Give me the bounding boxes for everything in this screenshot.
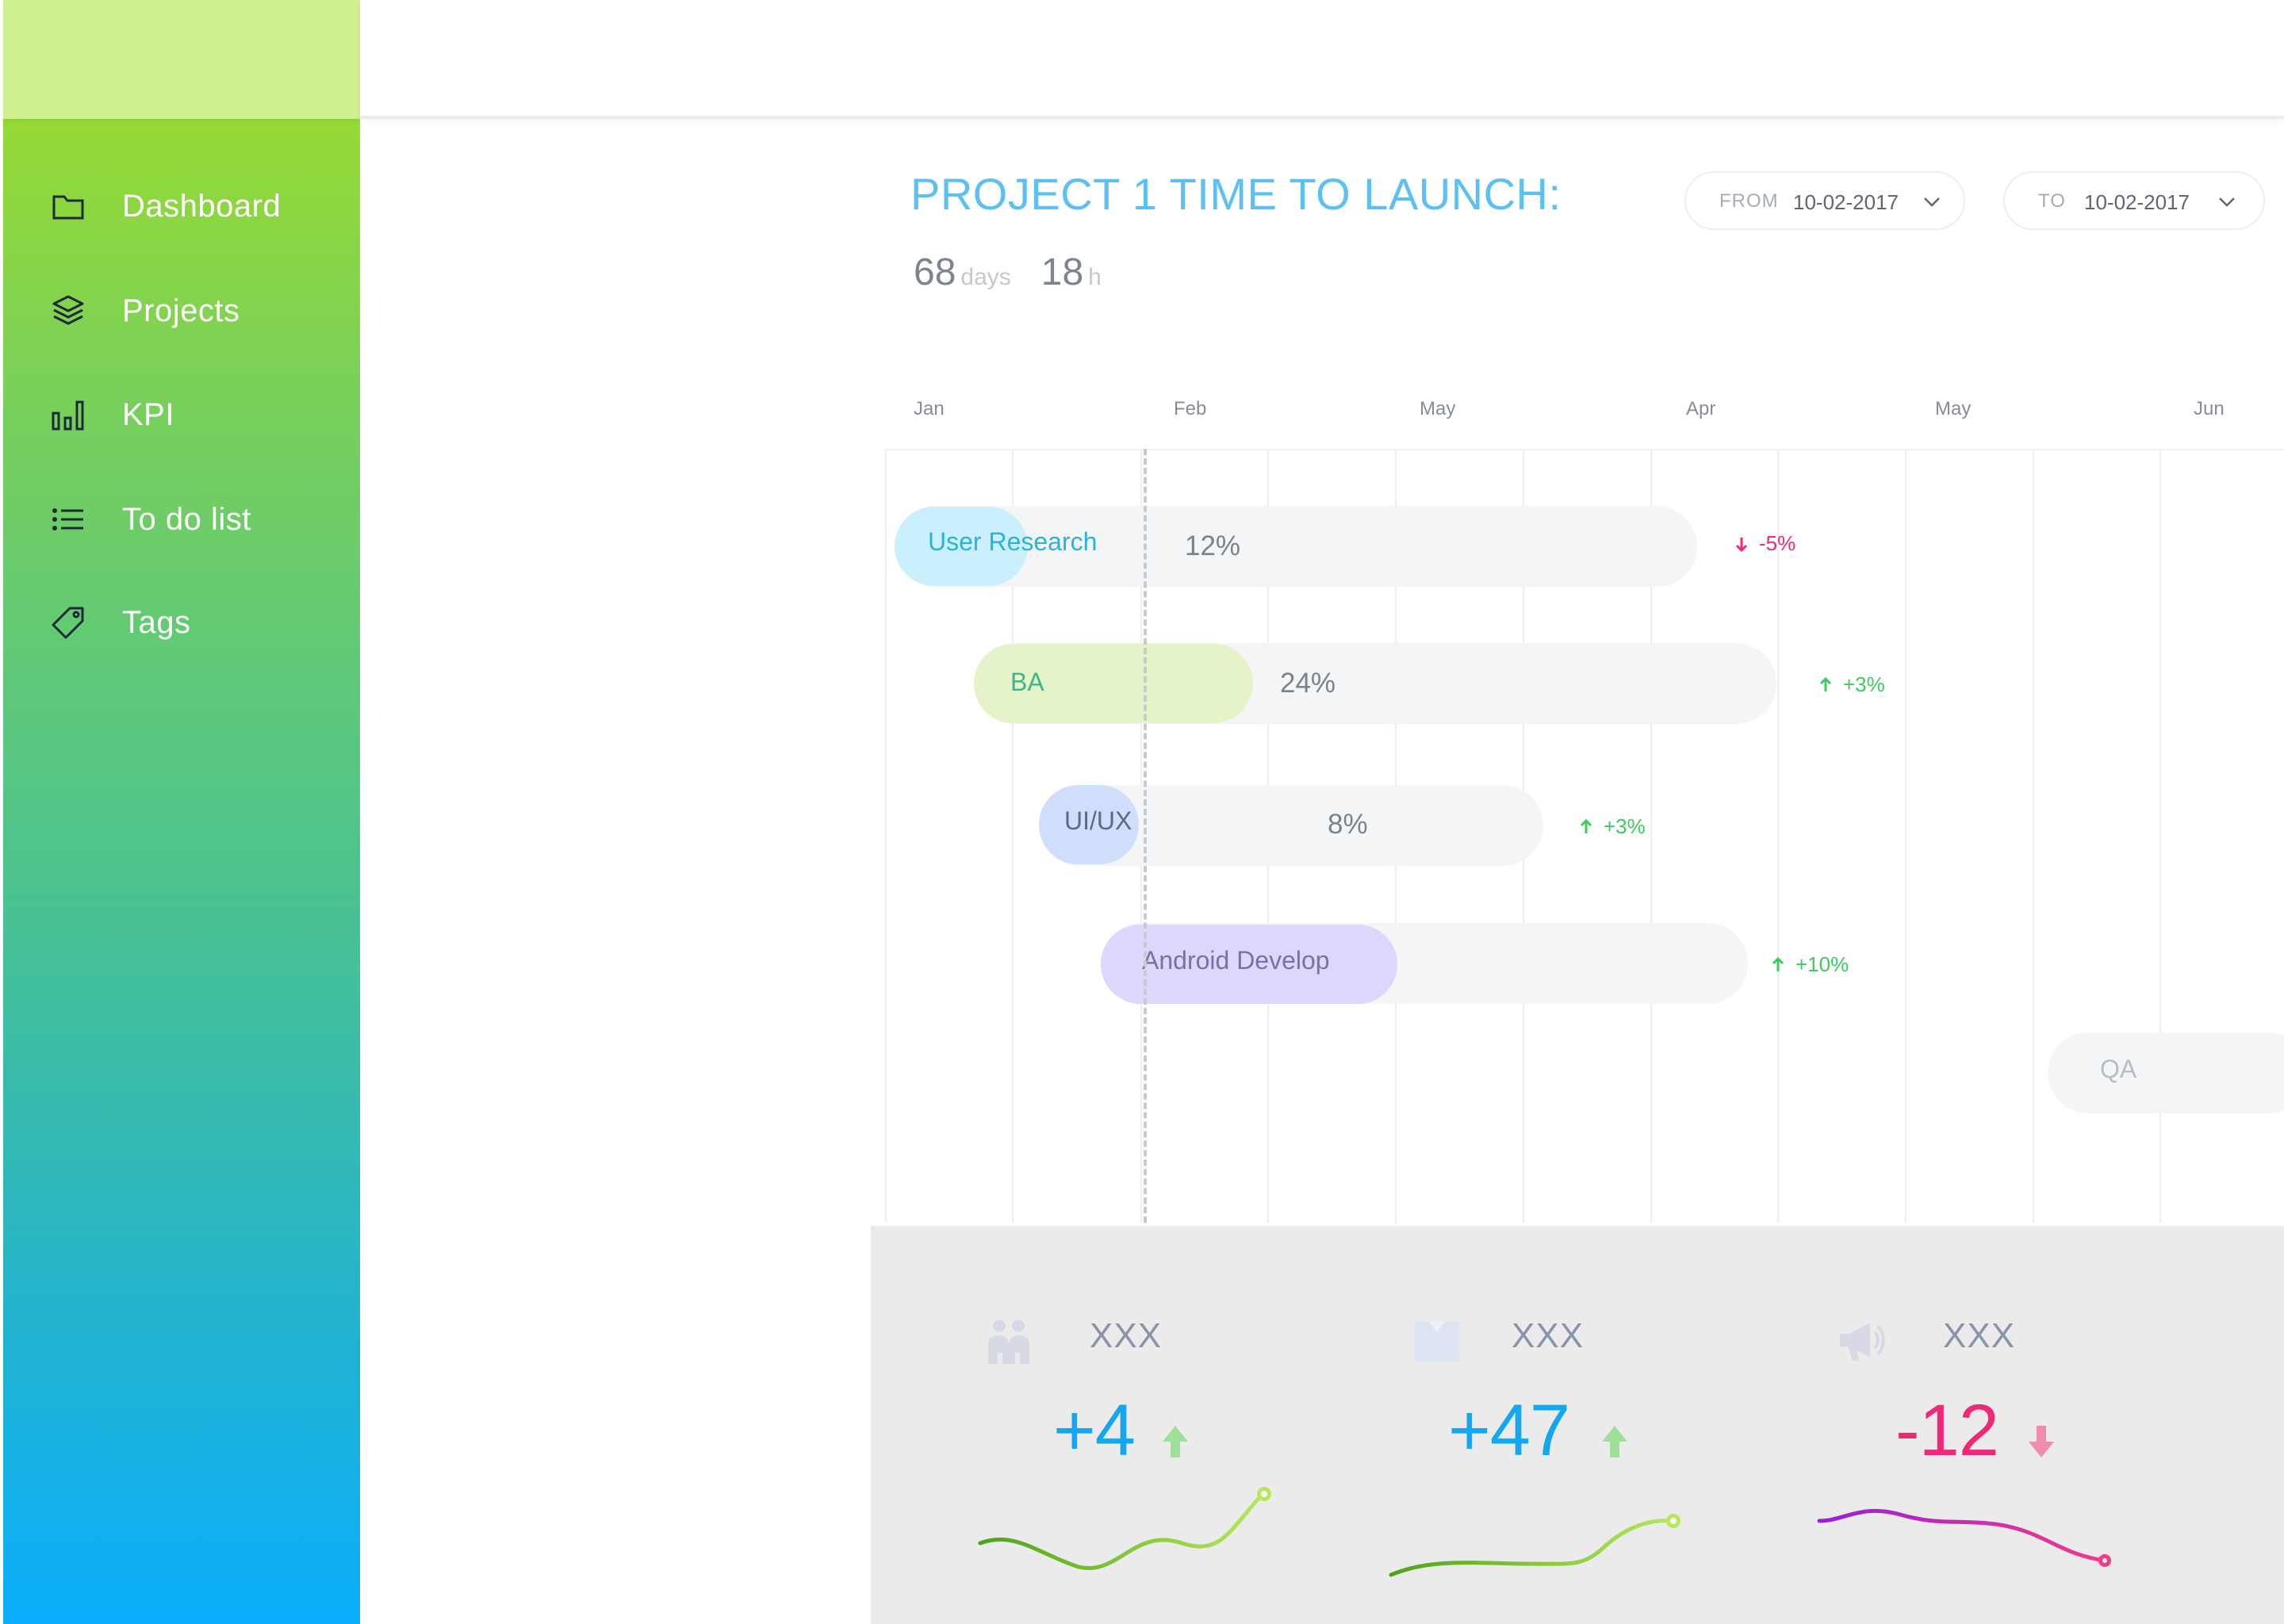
to-date-select[interactable]: TO 10-02-2017 — [2003, 171, 2265, 230]
stat-label: XXX — [1943, 1316, 2016, 1355]
layers-icon — [51, 293, 86, 328]
stat-label: XXX — [1090, 1316, 1163, 1355]
stat-value: -12 — [1895, 1390, 1999, 1471]
arrow-up-icon — [1819, 676, 1832, 691]
task-percent: 8% — [1328, 809, 1368, 840]
arrow-up-icon — [1580, 818, 1592, 833]
chevron-down-icon — [2219, 197, 2235, 207]
from-date-select[interactable]: FROM 10-02-2017 — [1684, 171, 1965, 230]
shirt-icon — [1415, 1321, 1459, 1362]
stat-value: +47 — [1448, 1390, 1570, 1471]
countdown-days-unit: days — [960, 264, 1011, 290]
top-bar — [360, 0, 2284, 119]
sidebar-item-label: To do list — [122, 502, 251, 537]
people-icon — [988, 1320, 1029, 1364]
sidebar-item-todo[interactable]: To do list — [3, 480, 360, 559]
task-delta-value: +10% — [1795, 952, 1849, 976]
to-date-value: 10-02-2017 — [2084, 190, 2190, 214]
sidebar-item-label: Projects — [122, 293, 240, 328]
grid-line — [1777, 449, 1779, 1223]
sparkline — [1389, 1514, 1680, 1577]
chevron-down-icon — [1924, 197, 1940, 207]
task-delta-value: +3% — [1843, 672, 1885, 696]
task-percent: 24% — [1280, 668, 1336, 699]
task-bar-qa[interactable] — [2048, 1032, 2284, 1113]
arrow-up-icon — [1602, 1426, 1627, 1457]
folder-icon — [51, 189, 86, 224]
today-marker — [1144, 449, 1147, 1223]
sidebar-item-dashboard[interactable]: Dashboard — [3, 167, 360, 246]
task-label: QA — [2100, 1055, 2137, 1083]
stat-label: XXX — [1512, 1316, 1585, 1355]
month-label: Apr — [1686, 398, 1716, 419]
countdown: 68 days 18 h — [914, 251, 1132, 294]
page-title: PROJECT 1 TIME TO LAUNCH: — [910, 169, 1562, 219]
sidebar-item-label: Tags — [122, 605, 191, 640]
month-label: May — [1935, 398, 1972, 419]
arrow-up-icon — [1163, 1426, 1188, 1457]
sidebar-item-kpi[interactable]: KPI — [3, 375, 360, 454]
to-date-label: TO — [2038, 190, 2066, 212]
sidebar-item-label: Dashboard — [122, 189, 282, 224]
month-label: Jun — [2194, 398, 2225, 419]
arrow-down-icon — [2029, 1426, 2054, 1457]
countdown-days: 68 — [914, 251, 956, 293]
task-delta: -5% — [1734, 531, 1795, 556]
task-label: UI/UX — [1064, 806, 1132, 835]
sidebar-item-tags[interactable]: Tags — [3, 583, 360, 662]
sparkline — [978, 1487, 1271, 1570]
from-date-value: 10-02-2017 — [1793, 190, 1899, 214]
task-delta: +3% — [1818, 672, 1885, 697]
bar-chart-icon — [51, 397, 86, 432]
task-delta: +10% — [1770, 952, 1849, 977]
megaphone-icon — [1840, 1323, 1885, 1361]
sparkline — [1817, 1508, 2111, 1567]
task-percent: 12% — [1185, 530, 1241, 561]
task-delta-value: +3% — [1604, 814, 1646, 838]
arrow-up-icon — [1772, 956, 1784, 971]
task-label: BA — [1010, 668, 1044, 696]
month-label: Jan — [914, 398, 945, 419]
sidebar-item-projects[interactable]: Projects — [3, 271, 360, 350]
task-label: Android Develop — [1142, 946, 1330, 975]
countdown-hours-unit: h — [1088, 264, 1102, 290]
stat-value: +4 — [1053, 1390, 1136, 1471]
task-label: User Research — [928, 527, 1098, 556]
list-icon — [51, 502, 86, 537]
tag-icon — [51, 605, 86, 640]
sidebar-item-label: KPI — [122, 397, 174, 432]
arrow-down-icon — [1735, 537, 1748, 552]
month-label: Feb — [1174, 398, 1207, 419]
grid-line — [2033, 449, 2034, 1223]
task-delta-value: -5% — [1759, 531, 1796, 555]
sidebar-header — [3, 0, 360, 119]
from-date-label: FROM — [1719, 190, 1779, 212]
sidebar: Dashboard Projects KPI To do list Tags — [3, 0, 360, 1624]
countdown-hours: 18 — [1040, 251, 1084, 293]
grid-line — [1905, 449, 1907, 1223]
task-delta: +3% — [1578, 814, 1646, 839]
month-label: May — [1420, 398, 1456, 419]
